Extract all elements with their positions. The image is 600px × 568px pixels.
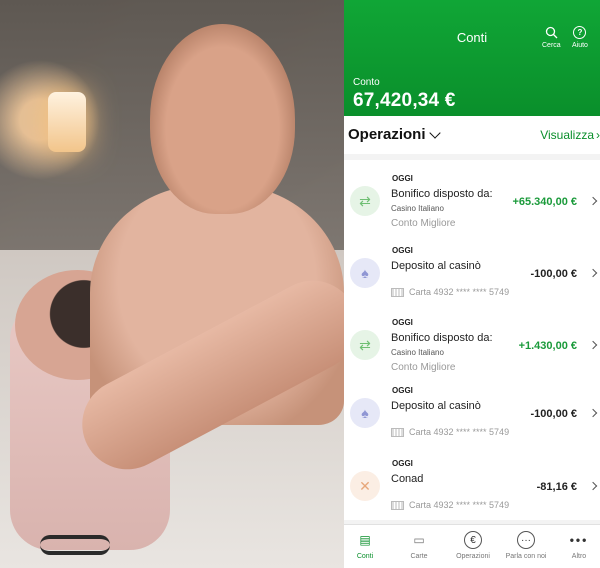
tab-parla-con-noi[interactable]: ··· Parla con noi [501,530,551,560]
account-balance: 67,420,34 € [353,90,456,111]
tab-carte[interactable]: ▭ Carte [394,530,444,560]
transaction-card: Carta 4932 **** **** 5749 [391,500,509,510]
chevron-right-icon [588,268,598,278]
bottom-tab-bar: ▤ Conti ▭ Carte € Operazioni ··· Parla c… [344,524,600,568]
search-icon [545,26,558,39]
bonifico-icon: ⇄ [350,186,380,216]
food-icon: ✕ [350,471,380,501]
transaction-amount: -100,00 € [530,268,577,280]
operations-title: Operazioni [348,126,426,143]
transaction-amount: -100,00 € [530,408,577,420]
transaction-description: Bonifico disposto da: [391,188,493,200]
transaction-row[interactable]: ✕ OGGI Conad Carta 4932 **** **** 5749 -… [344,445,600,515]
transaction-row[interactable]: ⇄ OGGI Bonifico disposto da: Casino Ital… [344,304,600,374]
lamp [48,92,86,152]
transaction-day: OGGI [392,318,413,327]
view-link[interactable]: Visualizza › [540,128,600,142]
operations-bar: Operazioni Visualizza › [344,116,600,154]
transaction-row[interactable]: ♠ OGGI Deposito al casinò Carta 4932 ***… [344,372,600,442]
casino-icon: ♠ [350,398,380,428]
transaction-description: Deposito al casinò [391,400,481,412]
tab-label: Carte [410,553,428,560]
tab-label: Operazioni [456,553,490,560]
card-icon: ▭ [413,533,425,547]
card-icon [391,427,404,437]
tab-label: Parla con noi [505,553,547,560]
tab-conti[interactable]: ▤ Conti [344,530,390,560]
transaction-card: Carta 4932 **** **** 5749 [391,427,509,437]
transaction-day: OGGI [392,459,413,468]
wrist-band [40,535,110,555]
chevron-right-icon [588,196,598,206]
app-header: Conti Cerca ? Aiuto Conto 67,420,34 € [344,0,600,116]
banking-app: Conti Cerca ? Aiuto Conto 67,420,34 € Op… [344,0,600,568]
transaction-account: Conto Migliore [391,218,456,229]
tab-operazioni[interactable]: € Operazioni [448,530,498,560]
chevron-down-icon [428,126,441,139]
account-label: Conto [353,77,380,88]
chevron-right-icon [588,408,598,418]
bonifico-icon: ⇄ [350,330,380,360]
photo [0,0,344,568]
transaction-sub: Casino Italiano [391,204,444,213]
chevron-right-icon: › [596,128,600,142]
transactions-list: ⇄ OGGI Bonifico disposto da: Casino Ital… [344,160,600,520]
transaction-row[interactable]: ♠ OGGI Deposito al casinò Carta 4932 ***… [344,232,600,302]
transaction-description: Bonifico disposto da: [391,332,493,344]
transaction-amount: -81,16 € [536,481,577,493]
help-label: Aiuto [572,42,588,49]
transaction-day: OGGI [392,174,413,183]
transaction-card: Carta 4932 **** **** 5749 [391,287,509,297]
person-head [150,24,295,214]
transaction-day: OGGI [392,386,413,395]
tab-label: Altro [571,553,587,560]
euro-icon: € [464,531,482,549]
transaction-amount: +65.340,00 € [512,196,577,208]
search-label: Cerca [542,42,561,49]
transaction-row[interactable]: ⇄ OGGI Bonifico disposto da: Casino Ital… [344,160,600,230]
header-title: Conti [456,30,488,45]
operations-dropdown[interactable]: Operazioni [348,126,441,143]
search-button[interactable]: Cerca [542,26,561,49]
tab-label: Conti [356,553,374,560]
transaction-description: Deposito al casinò [391,260,481,272]
card-icon [391,500,404,510]
tab-altro[interactable]: ••• Altro [554,530,600,560]
chevron-right-icon [588,340,598,350]
transaction-day: OGGI [392,246,413,255]
card-icon [391,287,404,297]
transaction-amount: +1.430,00 € [518,340,577,352]
help-button[interactable]: ? Aiuto [572,26,588,49]
more-icon: ••• [569,533,589,547]
help-icon: ? [573,26,587,39]
transaction-sub: Casino Italiano [391,348,444,357]
view-label: Visualizza [540,128,594,142]
casino-icon: ♠ [350,258,380,288]
chat-icon: ··· [517,531,535,549]
chevron-right-icon [588,481,598,491]
accounts-icon: ▤ [359,533,371,547]
transaction-description: Conad [391,473,424,485]
